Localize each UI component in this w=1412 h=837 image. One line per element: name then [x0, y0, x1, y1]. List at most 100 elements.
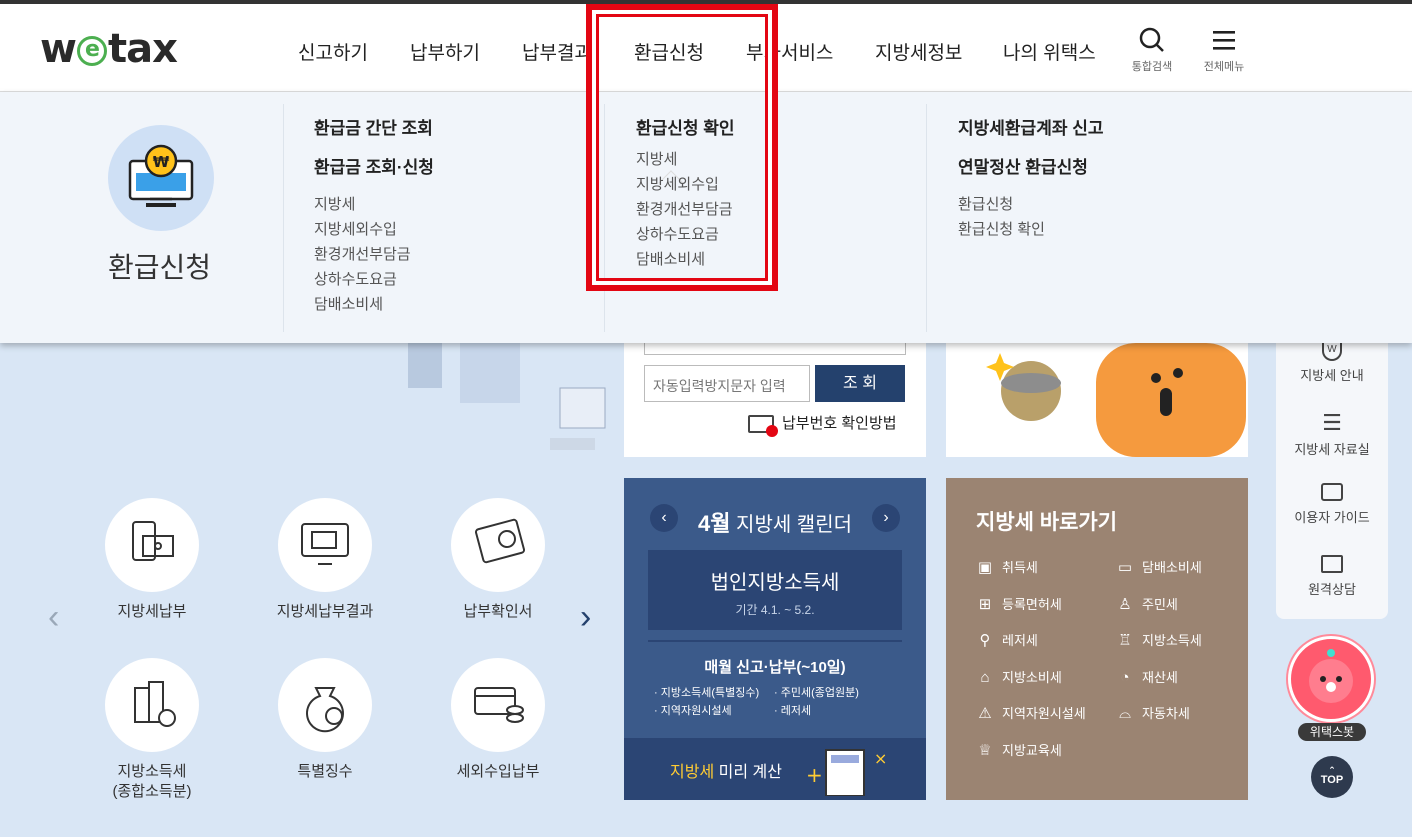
shortcut-item[interactable]: ◔ 재산세 [1116, 667, 1177, 686]
side-label: 이용자 가이드 [1294, 510, 1370, 525]
bot-mascot-icon [1309, 649, 1353, 703]
side-tax-guide[interactable]: W 지방세 안내 [1276, 343, 1388, 384]
menu-item-non-tax-revenue[interactable]: 지방세외수입 [314, 217, 434, 242]
quick-non-tax-payment[interactable] [451, 658, 545, 752]
quick-pay-result[interactable] [278, 498, 372, 592]
payment-number-input[interactable] [644, 343, 906, 355]
featured-tax-name: 법인지방소득세 [710, 572, 840, 594]
logo-letter: w [40, 26, 77, 72]
wetax-bot-label: 위택스봇 [1298, 723, 1366, 741]
shortcut-item[interactable]: ♙ 주민세 [1116, 594, 1178, 613]
search-label: 통합검색 [1131, 61, 1173, 73]
shortcut-icon: ⌂ [980, 668, 990, 686]
monthly-item: · 레저세 [774, 705, 812, 717]
promo-banner[interactable] [946, 343, 1248, 457]
shortcut-icon: ⚲ [979, 632, 991, 649]
side-label: 지방세 자료실 [1294, 442, 1370, 457]
svg-text:+: + [806, 763, 823, 787]
card-coins-icon [474, 687, 524, 723]
menu-refund-lookup-apply[interactable]: 환급금 조회·신청 [314, 153, 434, 178]
quick-special-collection[interactable] [278, 658, 372, 752]
shortcut-item[interactable]: ⚠ 지역자원시설세 [976, 703, 1085, 722]
scroll-top-button[interactable]: ⌃ TOP [1311, 756, 1353, 798]
shortcut-icon: ◔ [1120, 668, 1130, 686]
menu-item-environment-charge[interactable]: 환경개선부담금 [314, 242, 434, 267]
shortcut-item[interactable]: ▣ 취득세 [976, 557, 1038, 576]
shortcut-label: 레저세 [1002, 633, 1038, 648]
nav-pay[interactable]: 납부하기 [410, 38, 480, 65]
wetax-bot-button[interactable] [1288, 636, 1374, 722]
shortcut-label: 취득세 [1002, 560, 1038, 575]
quick-label-result: 지방세납부결과 [276, 603, 374, 620]
shortcut-item[interactable]: ▭ 담배소비세 [1116, 557, 1202, 576]
menu-item-local-tax[interactable]: 지방세 [314, 192, 434, 217]
shortcut-item[interactable]: ⌓ 자동차세 [1116, 703, 1190, 722]
shortcut-item[interactable]: ♖ 지방소득세 [1116, 630, 1202, 649]
remote-monitor-icon [1321, 555, 1343, 573]
quick-payment-certificate[interactable] [451, 498, 545, 592]
search-icon [1139, 27, 1164, 52]
shortcut-label: 지방소득세 [1142, 633, 1202, 648]
shortcut-label: 지방교육세 [1002, 742, 1062, 758]
menu-quick-refund-lookup[interactable]: 환급금 간단 조회 [314, 114, 434, 139]
nav-report[interactable]: 신고하기 [298, 38, 368, 65]
mega-col-refund-account: 지방세환급계좌 신고 연말정산 환급신청 환급신청 환급신청 확인 [958, 114, 1103, 242]
chat-bubble-icon [1321, 483, 1343, 501]
shortcut-item[interactable]: ♕ 지방교육세 [976, 740, 1062, 759]
wetax-logo[interactable]: w e tax [40, 26, 178, 72]
calendar-month: 4월 [698, 511, 731, 536]
calendar-prev-button[interactable]: ‹ [650, 504, 678, 532]
menu-item-tobacco-tax[interactable]: 담배소비세 [314, 292, 434, 317]
shortcut-icon: ⚠ [978, 705, 992, 722]
monthly-item: · 주민세(종업원분) [774, 687, 859, 699]
money-bag-icon [306, 687, 344, 733]
side-remote-consult[interactable]: 원격상담 [1276, 555, 1388, 598]
featured-tax-period: 기간 4.1. ~ 5.2. [735, 603, 815, 617]
search-button[interactable]: 통합검색 [1122, 26, 1182, 74]
nav-my-wetax[interactable]: 나의 위택스 [1003, 38, 1096, 65]
menu-refund-account-report[interactable]: 지방세환급계좌 신고 [958, 114, 1103, 139]
building-illustration [400, 343, 610, 463]
calendar-next-button[interactable]: › [872, 504, 900, 532]
captcha-input[interactable]: 자동입력방지문자 입력 [644, 365, 810, 402]
shortcut-icon: ⌓ [1119, 705, 1131, 722]
shortcut-item[interactable]: ⌂ 지방소비세 [976, 667, 1061, 686]
shortcut-icon: ♙ [1118, 595, 1132, 613]
quick-pay-local-tax[interactable] [105, 498, 199, 592]
quick-next-arrow[interactable]: › [580, 598, 591, 637]
tax-calculator-link[interactable]: 지방세 미리 계산 + × [624, 738, 926, 800]
menu-item-refund-apply[interactable]: 환급신청 [958, 192, 1103, 217]
shortcut-item[interactable]: ⚲ 레저세 [976, 630, 1038, 649]
shortcut-icon: ▣ [977, 559, 993, 576]
menu-item-water-fee[interactable]: 상하수도요금 [314, 267, 434, 292]
side-user-guide[interactable]: 이용자 가이드 [1276, 483, 1388, 526]
nav-tax-info[interactable]: 지방세정보 [875, 38, 962, 65]
calendar-featured-tax[interactable]: 법인지방소득세 기간 4.1. ~ 5.2. [648, 550, 902, 630]
calendar-title: 지방세 캘린더 [736, 514, 853, 536]
monitor-folder-icon [301, 523, 349, 565]
shortcut-item[interactable]: ⊞ 등록면허세 [976, 594, 1062, 613]
calculator-label: 지방세 미리 계산 [670, 758, 782, 782]
shortcut-label: 등록면허세 [1002, 596, 1062, 612]
side-tax-archive[interactable]: ☰ 지방세 자료실 [1276, 411, 1388, 458]
shortcut-icon: ♕ [978, 741, 992, 759]
calendar-heading: 4월 지방세 캘린더 [698, 506, 852, 538]
shortcuts-title: 지방세 바로가기 [976, 511, 1118, 534]
all-menu-button[interactable]: 전체메뉴 [1194, 26, 1254, 74]
nav-pay-result[interactable]: 납부결과 [522, 38, 592, 65]
quick-prev-arrow[interactable]: ‹ [48, 598, 59, 637]
monitor-won-icon: ₩ [128, 144, 194, 207]
certificate-icon [474, 518, 526, 564]
payment-number-help-link[interactable]: 납부번호 확인방법 [748, 412, 897, 438]
logo-letters: tax [107, 26, 178, 72]
calculator-highlight: 지방세 [670, 764, 715, 781]
menu-year-end-refund[interactable]: 연말정산 환급신청 [958, 153, 1103, 178]
search-submit-button[interactable]: 조 회 [815, 365, 905, 402]
quick-label-certificate: 납부확인서 [463, 603, 533, 620]
quick-local-income-tax[interactable] [105, 658, 199, 752]
shortcut-label: 주민세 [1142, 596, 1178, 612]
column-divider [926, 104, 927, 332]
side-label: 지방세 안내 [1300, 368, 1364, 383]
help-icon [748, 415, 778, 438]
menu-item-refund-confirm[interactable]: 환급신청 확인 [958, 217, 1103, 242]
